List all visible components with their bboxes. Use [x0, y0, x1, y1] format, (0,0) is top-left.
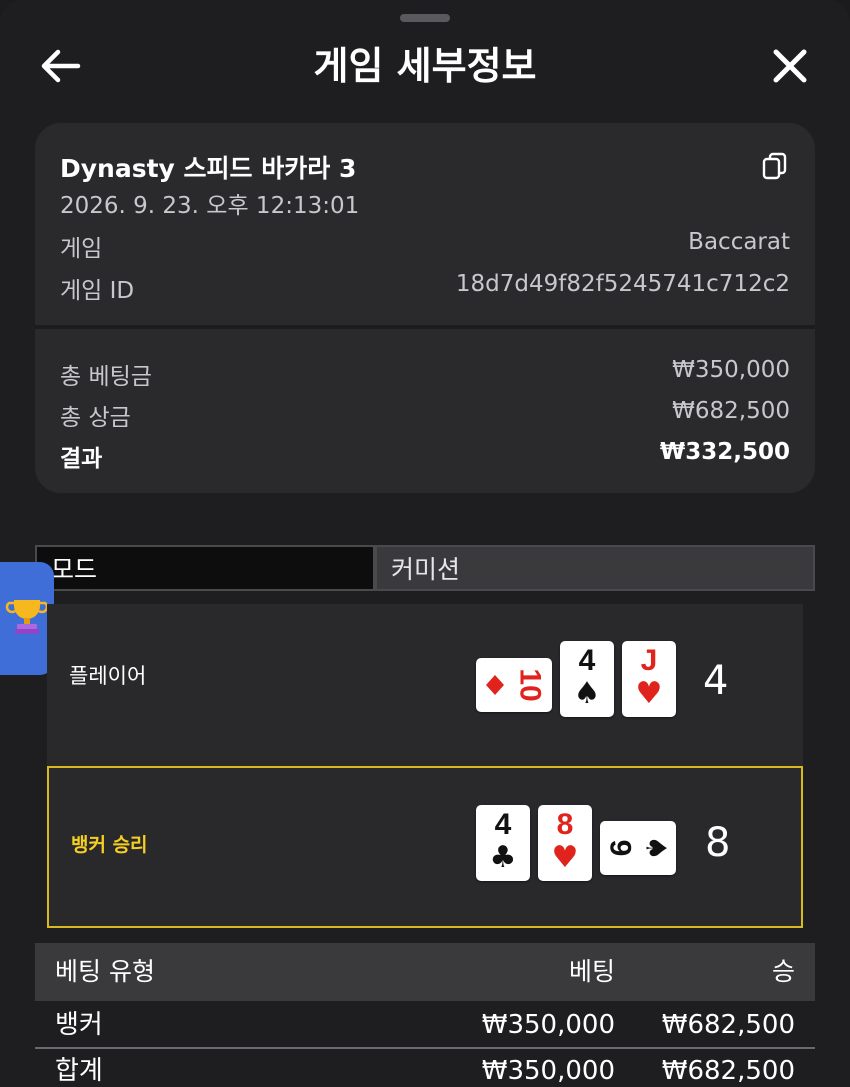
tab-commission[interactable]: 커미션: [375, 545, 815, 591]
banker-card-1-rank: 4: [494, 808, 512, 841]
table-row-total: 합계 ₩350,000 ₩682,500: [35, 1047, 815, 1087]
bet-table-header: 베팅 유형 베팅 승: [35, 943, 815, 1001]
total-win-label: 총 상금: [60, 405, 131, 431]
banker-hand: 뱅커 승리 4 ♣ 8 ♥ 9 ♠ 8: [47, 766, 803, 928]
banker-score: 8: [705, 820, 731, 866]
banker-card-1: 4 ♣: [476, 805, 530, 881]
result-label: 결과: [60, 446, 103, 472]
header: 게임 세부정보: [0, 30, 850, 102]
game-name: Dynasty 스피드 바카라 3: [60, 154, 357, 183]
player-card-1: 10: [476, 658, 552, 712]
trophy-icon: [5, 600, 49, 634]
table-row: 뱅커 ₩350,000 ₩682,500: [35, 1003, 815, 1047]
game-details-sheet: 게임 세부정보 Dynasty 스피드 바카라 3 2026. 9. 23. 오…: [0, 0, 850, 1087]
player-card-1-rank: 10: [514, 668, 547, 701]
banker-card-3: 9 ♠: [600, 821, 676, 875]
banker-card-2-rank: 8: [556, 808, 574, 841]
player-card-2-rank: 4: [578, 644, 596, 677]
trophy-tab[interactable]: [0, 562, 54, 675]
banker-card-3-suit: ♠: [640, 835, 673, 860]
banker-card-2: 8 ♥: [538, 805, 592, 881]
total-label-cell: 합계: [55, 1056, 103, 1086]
total-win-value: ₩682,500: [672, 398, 790, 424]
header-win: 승: [771, 957, 795, 986]
player-card-3-suit: ♥: [635, 676, 663, 711]
bet-amount-cell: ₩350,000: [481, 1010, 615, 1040]
copy-icon[interactable]: [761, 151, 789, 181]
tab-mode[interactable]: 모드: [35, 545, 375, 591]
player-hand: 플레이어 10 4 ♠ J ♥ 4: [47, 604, 803, 766]
header-bet-type: 베팅 유형: [55, 957, 155, 986]
banker-card-2-suit: ♥: [551, 840, 579, 875]
game-id-value[interactable]: 18d7d49f82f5245741c712c2: [456, 271, 790, 297]
banker-card-1-suit: ♣: [489, 840, 517, 875]
banker-card-3-rank: 9: [604, 840, 637, 857]
game-info-card: Dynasty 스피드 바카라 3 2026. 9. 23. 오후 12:13:…: [35, 123, 815, 493]
bet-type-cell: 뱅커: [55, 1010, 103, 1040]
total-bet-label: 총 베팅금: [60, 364, 152, 390]
player-card-3-rank: J: [640, 644, 658, 677]
total-bet-cell: ₩350,000: [481, 1056, 615, 1086]
player-card-2-suit: ♠: [573, 676, 601, 711]
player-label: 플레이어: [69, 664, 147, 688]
close-icon[interactable]: [768, 44, 812, 88]
mode-tabs: 모드 커미션: [35, 545, 815, 591]
player-card-3: J ♥: [622, 641, 676, 717]
total-bet-value: ₩350,000: [672, 357, 790, 383]
player-score: 4: [703, 658, 729, 704]
game-type-label: 게임: [60, 236, 103, 262]
result-value: ₩332,500: [659, 439, 790, 465]
game-id-label: 게임 ID: [60, 278, 135, 304]
game-date: 2026. 9. 23. 오후 12:13:01: [60, 193, 360, 219]
header-bet: 베팅: [568, 957, 615, 986]
drag-handle[interactable]: [400, 14, 450, 22]
banker-result-label: 뱅커 승리: [71, 834, 148, 856]
player-card-2: 4 ♠: [560, 641, 614, 717]
divider: [35, 325, 815, 329]
game-type-value: Baccarat: [688, 229, 790, 255]
total-win-cell: ₩682,500: [661, 1056, 795, 1086]
page-title: 게임 세부정보: [313, 44, 537, 88]
win-amount-cell: ₩682,500: [661, 1010, 795, 1040]
